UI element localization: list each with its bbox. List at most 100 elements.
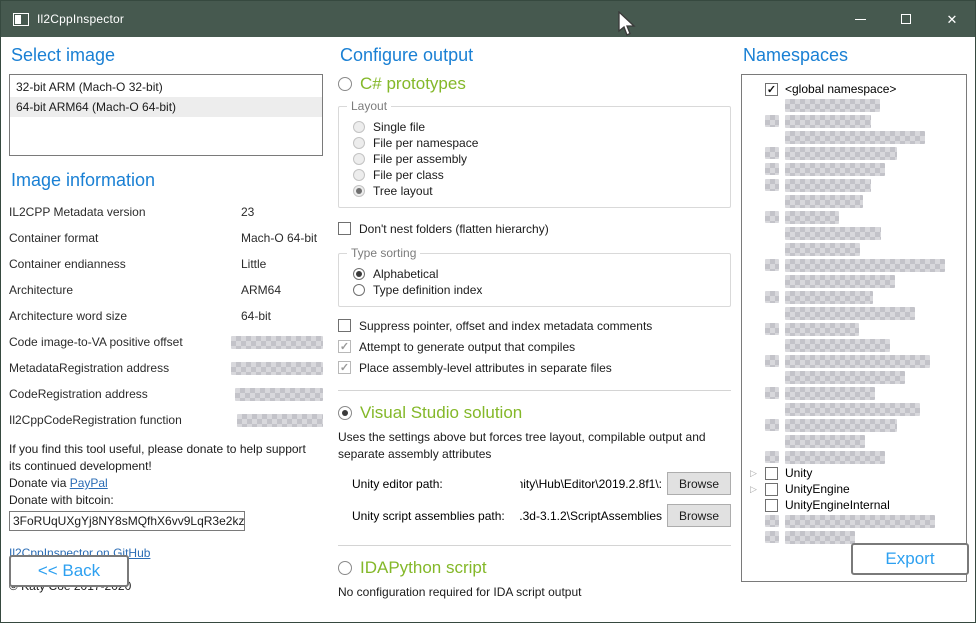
- namespace-checkbox[interactable]: [765, 83, 778, 96]
- redacted-namespace-name: [785, 243, 860, 256]
- redacted-value: [235, 388, 323, 401]
- redacted-checkbox: [765, 179, 779, 191]
- namespace-item-redacted[interactable]: [742, 177, 966, 193]
- namespace-item-redacted[interactable]: [742, 129, 966, 145]
- bitcoin-address-input[interactable]: 3FoRUqUXgYj8NY8sMQfhX6vv9LqR3e2kzz: [9, 511, 245, 531]
- layout-option[interactable]: File per class: [353, 167, 722, 183]
- type-sorting-option[interactable]: Alphabetical: [353, 266, 722, 282]
- layout-option[interactable]: Single file: [353, 119, 722, 135]
- layout-option[interactable]: File per namespace: [353, 135, 722, 151]
- configure-output-heading: Configure output: [340, 45, 731, 66]
- redacted-checkbox: [765, 451, 779, 463]
- flatten-checkbox-box: [338, 222, 351, 235]
- namespace-item-redacted[interactable]: [742, 145, 966, 161]
- namespace-label: Unity: [785, 466, 812, 480]
- type-sorting-groupbox: Type sorting AlphabeticalType definition…: [338, 253, 731, 307]
- namespace-item-redacted[interactable]: [742, 161, 966, 177]
- namespace-checkbox[interactable]: [765, 483, 778, 496]
- image-info-row: Il2CppCodeRegistration function: [9, 407, 323, 433]
- visual-studio-solution-radio[interactable]: Visual Studio solution: [338, 403, 731, 423]
- namespace-item-redacted[interactable]: [742, 241, 966, 257]
- csharp-prototypes-radio[interactable]: C# prototypes: [338, 74, 731, 94]
- namespace-item-redacted[interactable]: [742, 369, 966, 385]
- redacted-namespace-name: [785, 355, 930, 368]
- redacted-namespace-name: [785, 147, 897, 160]
- namespace-item-redacted[interactable]: [742, 417, 966, 433]
- namespace-item[interactable]: <global namespace>: [742, 81, 966, 97]
- namespace-checkbox[interactable]: [765, 499, 778, 512]
- flatten-hierarchy-checkbox[interactable]: Don't nest folders (flatten hierarchy): [338, 220, 731, 237]
- export-button[interactable]: Export: [851, 543, 969, 575]
- close-button[interactable]: ✕: [929, 1, 975, 37]
- layout-radio-circle: [353, 137, 365, 149]
- donate-via-line: Donate via PayPal: [9, 475, 309, 492]
- image-listbox[interactable]: 32-bit ARM (Mach-O 32-bit)64-bit ARM64 (…: [9, 74, 323, 156]
- info-value: 64-bit: [241, 309, 271, 323]
- redacted-namespace-name: [785, 131, 925, 144]
- minimize-button[interactable]: [837, 1, 883, 37]
- namespace-item-redacted[interactable]: [742, 305, 966, 321]
- unity-editor-path-label: Unity editor path:: [352, 477, 520, 491]
- layout-option[interactable]: Tree layout: [353, 183, 722, 199]
- back-button[interactable]: << Back: [9, 555, 129, 587]
- app-icon: [13, 13, 29, 26]
- unity-editor-browse-button[interactable]: Browse: [667, 472, 731, 495]
- namespace-item-redacted[interactable]: [742, 257, 966, 273]
- maximize-button[interactable]: [883, 1, 929, 37]
- ida-description: No configuration required for IDA script…: [338, 584, 731, 601]
- paypal-link[interactable]: PayPal: [70, 476, 108, 490]
- redacted-value: [237, 414, 323, 427]
- image-list-item[interactable]: 32-bit ARM (Mach-O 32-bit): [10, 77, 322, 97]
- info-label: Il2CppCodeRegistration function: [9, 413, 237, 427]
- namespace-item[interactable]: ▷UnityEngine: [742, 481, 966, 497]
- redacted-checkbox: [765, 115, 779, 127]
- output-option-checkbox[interactable]: Attempt to generate output that compiles: [338, 338, 731, 355]
- namespace-item-redacted[interactable]: [742, 321, 966, 337]
- redacted-namespace-name: [785, 275, 895, 288]
- namespace-item-redacted[interactable]: [742, 353, 966, 369]
- output-option-checkbox[interactable]: Suppress pointer, offset and index metad…: [338, 317, 731, 334]
- namespace-item-redacted[interactable]: [742, 449, 966, 465]
- namespace-item-redacted[interactable]: [742, 289, 966, 305]
- app-window: Il2CppInspector ✕ Select image 32-bit AR…: [0, 0, 976, 623]
- image-list-item[interactable]: 64-bit ARM64 (Mach-O 64-bit): [10, 97, 322, 117]
- info-value: Mach-O 64-bit: [241, 231, 317, 245]
- layout-option-label: File per assembly: [373, 152, 467, 166]
- output-option-checkbox[interactable]: Place assembly-level attributes in separ…: [338, 359, 731, 376]
- ida-radio-circle: [338, 561, 352, 575]
- namespace-item[interactable]: UnityEngineInternal: [742, 497, 966, 513]
- idapython-script-radio[interactable]: IDAPython script: [338, 558, 731, 578]
- info-label: Architecture word size: [9, 309, 241, 323]
- flatten-checkbox-label: Don't nest folders (flatten hierarchy): [359, 222, 549, 236]
- image-info-row: MetadataRegistration address: [9, 355, 323, 381]
- namespace-item-redacted[interactable]: [742, 97, 966, 113]
- namespace-item-redacted[interactable]: [742, 193, 966, 209]
- checkbox-box: [338, 319, 351, 332]
- unity-script-browse-button[interactable]: Browse: [667, 504, 731, 527]
- namespace-item[interactable]: ▷ Unity: [742, 465, 966, 481]
- checkbox-label: Place assembly-level attributes in separ…: [359, 361, 612, 375]
- namespace-item-redacted[interactable]: [742, 385, 966, 401]
- expander-icon[interactable]: ▷: [750, 484, 765, 495]
- layout-option-label: File per class: [373, 168, 444, 182]
- bitcoin-label: Donate with bitcoin:: [9, 492, 309, 509]
- namespace-item-redacted[interactable]: [742, 209, 966, 225]
- namespace-item-redacted[interactable]: [742, 113, 966, 129]
- type-sorting-option[interactable]: Type definition index: [353, 282, 722, 298]
- namespace-item-redacted[interactable]: [742, 273, 966, 289]
- namespace-item-redacted[interactable]: [742, 513, 966, 529]
- namespace-item-redacted[interactable]: [742, 433, 966, 449]
- info-label: Container endianness: [9, 257, 241, 271]
- namespaces-tree[interactable]: <global namespace> ▷ Unity▷UnityEngineUnit…: [741, 74, 967, 582]
- redacted-checkbox: [765, 147, 779, 159]
- namespace-item-redacted[interactable]: [742, 401, 966, 417]
- csharp-radio-circle: [338, 77, 352, 91]
- namespace-item-redacted[interactable]: [742, 225, 966, 241]
- redacted-namespace-name: [785, 179, 871, 192]
- namespace-item-redacted[interactable]: [742, 337, 966, 353]
- redacted-value: [231, 336, 323, 349]
- namespace-checkbox[interactable]: [765, 467, 778, 480]
- type-sorting-radio-circle: [353, 268, 365, 280]
- expander-icon[interactable]: ▷: [750, 468, 765, 479]
- layout-option[interactable]: File per assembly: [353, 151, 722, 167]
